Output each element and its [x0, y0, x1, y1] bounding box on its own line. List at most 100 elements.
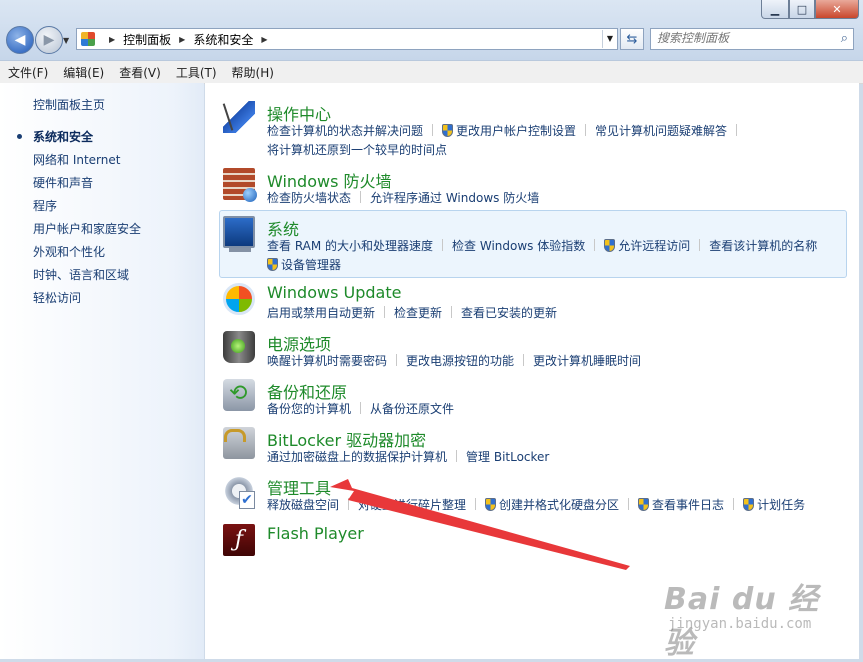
- minimize-button[interactable]: ▁: [761, 0, 789, 19]
- category-links: 启用或禁用自动更新 检查更新 查看已安装的更新: [267, 304, 857, 323]
- watermark-url: jingyan.baidu.com: [668, 616, 812, 632]
- category-links: 检查防火墙状态 允许程序通过 Windows 防火墙: [267, 189, 857, 208]
- task-link[interactable]: 允许远程访问: [604, 239, 690, 253]
- menu-edit[interactable]: 编辑(E): [55, 64, 111, 81]
- task-link[interactable]: 备份您的计算机: [267, 402, 351, 416]
- uac-shield-icon: [485, 498, 497, 511]
- close-button[interactable]: ✕: [815, 0, 859, 19]
- sidebar-item-clock-language[interactable]: 时钟、语言和区域: [33, 267, 141, 290]
- task-link[interactable]: 允许程序通过 Windows 防火墙: [370, 191, 539, 205]
- sidebar-item-ease-of-access[interactable]: 轻松访问: [33, 290, 141, 313]
- task-link[interactable]: 查看该计算机的名称: [709, 239, 817, 253]
- breadcrumb-chevron-icon[interactable]: ▶: [179, 35, 185, 44]
- search-box[interactable]: ⌕: [650, 28, 854, 50]
- firewall-icon: [223, 168, 257, 202]
- category-links: 检查计算机的状态并解决问题 更改用户帐户控制设置 常见计算机问题疑难解答 将计算机还…: [267, 122, 857, 160]
- windows-update-icon: [223, 283, 255, 315]
- close-icon: ✕: [832, 2, 842, 16]
- task-link[interactable]: 将计算机还原到一个较早的时间点: [267, 143, 447, 157]
- flag-icon: [223, 101, 255, 133]
- task-link-label: 查看事件日志: [652, 498, 725, 512]
- task-link-label: 更改用户帐户控制设置: [456, 124, 577, 138]
- uac-shield-icon: [638, 498, 650, 511]
- task-link[interactable]: 唤醒计算机时需要密码: [267, 354, 387, 368]
- task-link[interactable]: 对硬盘进行碎片整理: [358, 498, 466, 512]
- bitlocker-icon: [223, 427, 255, 459]
- breadcrumb-control-panel[interactable]: 控制面板: [123, 31, 171, 48]
- menu-tools[interactable]: 工具(T): [168, 64, 224, 81]
- battery-icon: [223, 331, 255, 363]
- task-link[interactable]: 更改计算机睡眠时间: [533, 354, 641, 368]
- uac-shield-icon: [267, 258, 278, 271]
- sidebar-item-programs[interactable]: 程序: [33, 198, 141, 221]
- menu-bar: 文件(F) 编辑(E) 查看(V) 工具(T) 帮助(H): [0, 60, 863, 84]
- address-bar[interactable]: ▶ 控制面板 ▶ 系统和安全 ▶ ▼: [76, 28, 618, 50]
- control-panel-icon: [81, 32, 95, 46]
- sidebar-item-network[interactable]: 网络和 Internet: [33, 152, 141, 175]
- sidebar-list: 系统和安全 网络和 Internet 硬件和声音 程序 用户帐户和家庭安全 外观…: [16, 129, 141, 313]
- menu-file[interactable]: 文件(F): [0, 64, 55, 81]
- task-link-label: 允许远程访问: [618, 239, 691, 253]
- task-link[interactable]: 检查更新: [394, 306, 442, 320]
- task-link[interactable]: 从备份还原文件: [370, 402, 454, 416]
- category-links: 备份您的计算机 从备份还原文件: [267, 400, 857, 419]
- search-input[interactable]: [651, 29, 833, 47]
- task-link[interactable]: 管理 BitLocker: [466, 450, 549, 464]
- task-link[interactable]: 释放磁盘空间: [267, 498, 339, 512]
- backup-icon: [223, 379, 255, 411]
- task-link[interactable]: 检查计算机的状态并解决问题: [267, 124, 423, 138]
- maximize-icon: □: [796, 2, 808, 16]
- task-link-label: 计划任务: [757, 498, 806, 512]
- task-link-label: 设备管理器: [281, 258, 342, 272]
- recent-pages-dropdown[interactable]: ▼: [63, 36, 69, 45]
- uac-shield-icon: [743, 498, 755, 511]
- menu-view[interactable]: 查看(V): [111, 64, 168, 81]
- refresh-icon: ⇆: [626, 31, 638, 47]
- task-link[interactable]: 检查 Windows 体验指数: [452, 239, 585, 253]
- category-links: 查看 RAM 的大小和处理器速度 检查 Windows 体验指数 允许远程访问 查看该…: [267, 237, 857, 275]
- sidebar-item-system-security[interactable]: 系统和安全: [16, 129, 141, 152]
- category-title[interactable]: Flash Player: [267, 524, 364, 543]
- sidebar-item-appearance[interactable]: 外观和个性化: [33, 244, 141, 267]
- task-link[interactable]: 常见计算机问题疑难解答: [595, 124, 727, 138]
- admin-tools-icon: [223, 475, 255, 509]
- sidebar-item-hardware-sound[interactable]: 硬件和声音: [33, 175, 141, 198]
- category-links: 唤醒计算机时需要密码 更改电源按钮的功能 更改计算机睡眠时间: [267, 352, 857, 371]
- minimize-icon: ▁: [770, 2, 780, 16]
- task-link[interactable]: 创建并格式化硬盘分区: [485, 498, 619, 512]
- task-link[interactable]: 启用或禁用自动更新: [267, 306, 375, 320]
- forward-button[interactable]: ▶: [35, 26, 63, 54]
- refresh-button[interactable]: ⇆: [620, 28, 644, 50]
- maximize-button[interactable]: □: [789, 0, 815, 19]
- task-link[interactable]: 查看 RAM 的大小和处理器速度: [267, 239, 433, 253]
- back-button[interactable]: ◀: [6, 26, 34, 54]
- uac-shield-icon: [442, 124, 454, 137]
- breadcrumb-chevron-icon[interactable]: ▶: [109, 35, 115, 44]
- window-controls: ▁ □ ✕: [761, 0, 859, 19]
- watermark: Bai du 经验 jingyan.baidu.com: [660, 568, 850, 661]
- navigation-pane: 控制面板主页 系统和安全 网络和 Internet 硬件和声音 程序 用户帐户和…: [0, 83, 204, 659]
- task-link[interactable]: 更改用户帐户控制设置: [442, 124, 576, 138]
- breadcrumb-chevron-icon[interactable]: ▶: [261, 35, 267, 44]
- category-title[interactable]: Windows Update: [267, 283, 401, 302]
- task-link[interactable]: 检查防火墙状态: [267, 191, 351, 205]
- uac-shield-icon: [604, 239, 616, 252]
- category-links: 释放磁盘空间 对硬盘进行碎片整理 创建并格式化硬盘分区 查看事件日志 计划任务: [267, 496, 857, 515]
- task-link[interactable]: 设备管理器: [267, 258, 341, 272]
- task-link[interactable]: 计划任务: [743, 498, 805, 512]
- task-link[interactable]: 查看已安装的更新: [461, 306, 557, 320]
- flash-player-icon: ƒ: [223, 524, 255, 556]
- search-icon[interactable]: ⌕: [841, 31, 848, 46]
- task-link[interactable]: 更改电源按钮的功能: [406, 354, 514, 368]
- menu-help[interactable]: 帮助(H): [224, 64, 281, 81]
- breadcrumb-system-security[interactable]: 系统和安全: [193, 31, 253, 48]
- task-link-label: 创建并格式化硬盘分区: [499, 498, 620, 512]
- address-dropdown-icon[interactable]: ▼: [602, 30, 617, 48]
- task-link[interactable]: 查看事件日志: [638, 498, 724, 512]
- sidebar-item-user-accounts[interactable]: 用户帐户和家庭安全: [33, 221, 141, 244]
- back-arrow-icon: ◀: [14, 32, 26, 48]
- category-links: 通过加密磁盘上的数据保护计算机 管理 BitLocker: [267, 448, 857, 467]
- control-panel-home-link[interactable]: 控制面板主页: [33, 96, 105, 113]
- forward-arrow-icon: ▶: [43, 32, 55, 48]
- task-link[interactable]: 通过加密磁盘上的数据保护计算机: [267, 450, 447, 464]
